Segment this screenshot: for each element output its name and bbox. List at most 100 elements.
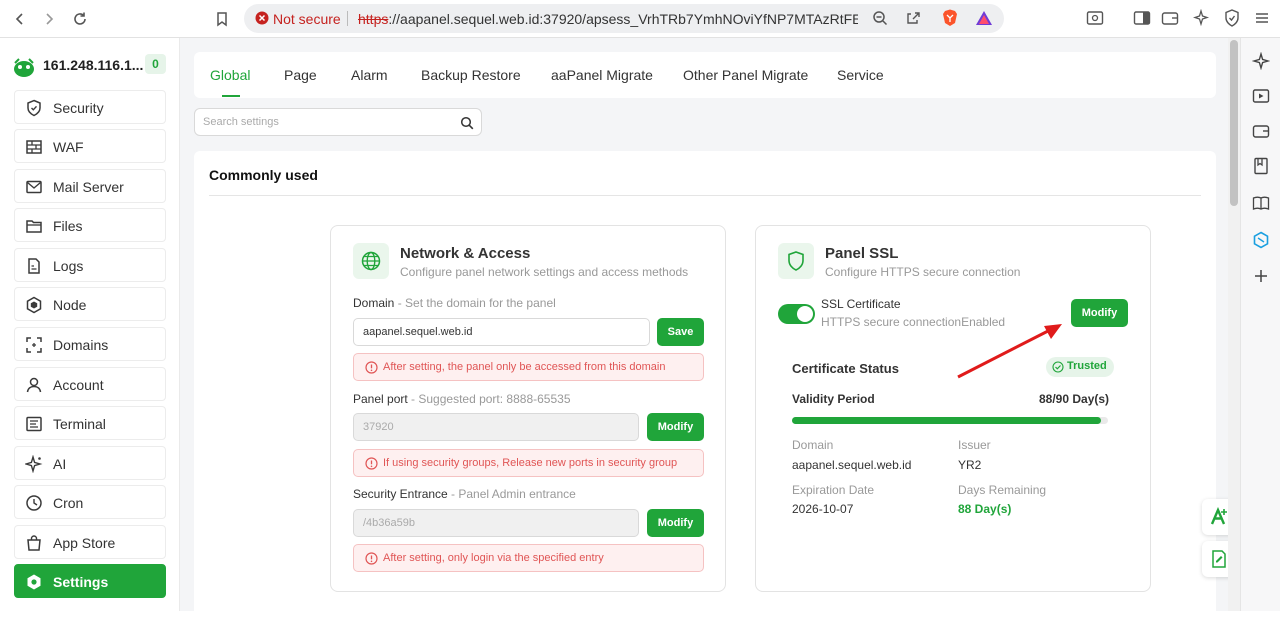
trusted-text: Trusted [1067,360,1107,372]
sidebar-item-logs[interactable]: Logs [14,248,166,282]
entrance-input[interactable]: /4b36a59b [353,509,639,537]
sidebar-item-account[interactable]: Account [14,367,166,401]
reading-list-rail-icon[interactable] [1251,193,1271,213]
media-rail-icon[interactable] [1251,86,1271,106]
address-bar[interactable]: Not secure https://aapanel.sequel.web.id… [244,4,1004,33]
sidebar-item-label: Cron [53,495,84,511]
sidebar-item-label: WAF [53,139,84,155]
wallet-rail-icon[interactable] [1251,121,1271,141]
reader-mode-icon[interactable] [1085,8,1105,28]
sidebar-item-mail-server[interactable]: Mail Server [14,169,166,203]
entrance-input-value: /4b36a59b [363,517,415,529]
expiration-label: Expiration Date [792,483,875,497]
sparkle-rail-icon[interactable] [1251,51,1271,71]
page-scrollbar[interactable] [1228,38,1240,611]
url-text[interactable]: https://aapanel.sequel.web.id:37920/apse… [358,11,858,27]
sidebar-item-ai[interactable]: AI [14,446,166,480]
ssl-toggle[interactable] [778,304,815,324]
port-alert-text: If using security groups, Release new po… [383,457,678,469]
entrance-alert-text: After setting, only login via the specif… [383,552,604,564]
perplexity-rail-icon[interactable] [1251,230,1271,250]
save-domain-button[interactable]: Save [657,318,704,346]
sidebar-item-settings[interactable]: Settings [14,564,166,598]
forward-icon[interactable] [38,8,60,30]
sidebar-item-terminal[interactable]: Terminal [14,406,166,440]
zoom-icon[interactable] [870,8,890,28]
bookmarks-rail-icon[interactable] [1251,156,1271,176]
url-rest: ://aapanel.sequel.web.id:37920/apsess_Vr… [388,11,858,27]
tab-service[interactable]: Service [837,67,884,83]
domains-icon [25,336,43,354]
alert-icon [365,361,378,374]
search-icon[interactable] [460,116,474,130]
sidebar-item-waf[interactable]: WAF [14,129,166,163]
clock-icon [25,494,43,512]
tab-other-panel-migrate[interactable]: Other Panel Migrate [683,67,808,83]
bookmark-icon[interactable] [211,8,233,30]
domain-info-label: Domain [792,438,834,452]
sidebar-toggle-icon[interactable] [1132,8,1152,28]
reload-icon[interactable] [69,8,91,30]
server-name[interactable]: 161.248.116.1... [43,57,143,73]
sidebar-item-label: Mail Server [53,179,124,195]
share-icon[interactable] [903,8,923,28]
network-card-subtitle: Configure panel network settings and acc… [400,265,689,279]
terminal-icon [25,415,43,433]
tab-page[interactable]: Page [284,67,317,83]
domain-info-value: aapanel.sequel.web.id [792,458,912,472]
firewall-icon [25,138,43,156]
tab-alarm[interactable]: Alarm [351,67,388,83]
sidebar-item-label: Logs [53,258,84,274]
sparkle-icon [25,455,43,473]
ssl-card-title: Panel SSL [825,245,899,262]
brave-rewards-icon[interactable] [974,8,994,28]
domain-label: Domain - Set the domain for the panel [353,296,556,310]
tab-aapanel-migrate[interactable]: aaPanel Migrate [551,67,653,83]
days-remaining-label: Days Remaining [958,483,1047,497]
wallet-icon[interactable] [1160,8,1180,28]
validity-progress-bar [792,417,1108,424]
scrollbar-thumb[interactable] [1230,40,1238,206]
vpn-shield-icon[interactable] [1222,8,1242,28]
server-badge[interactable]: 0 [145,54,166,74]
globe-icon [353,243,389,279]
search-placeholder: Search settings [203,116,279,128]
sidebar-item-files[interactable]: Files [14,208,166,242]
sidebar-item-node[interactable]: Node [14,287,166,321]
port-input-value: 37920 [363,421,394,433]
port-label: Panel port - Suggested port: 8888-65535 [353,392,571,406]
brave-shield-icon[interactable] [940,8,960,28]
not-secure-label[interactable]: Not secure [273,11,341,27]
leo-ai-icon[interactable] [1192,8,1212,28]
tab-global[interactable]: Global [210,67,250,83]
modify-ssl-button[interactable]: Modify [1071,299,1128,327]
ssl-shield-icon [778,243,814,279]
entrance-alert: After setting, only login via the specif… [353,544,704,572]
entrance-hint: - Panel Admin entrance [447,487,576,501]
browser-side-panel [1240,38,1280,611]
domain-input[interactable]: aapanel.sequel.web.id [353,318,650,346]
sidebar-item-label: Account [53,377,104,393]
sidebar-item-security[interactable]: Security [14,90,166,124]
domain-alert-text: After setting, the panel only be accesse… [383,361,666,373]
port-input[interactable]: 37920 [353,413,639,441]
menu-icon[interactable] [1252,8,1272,28]
add-rail-icon[interactable] [1251,266,1271,286]
sidebar-item-domains[interactable]: Domains [14,327,166,361]
tab-backup-restore[interactable]: Backup Restore [421,67,521,83]
days-remaining-value: 88 Day(s) [958,502,1012,516]
sidebar-item-app-store[interactable]: App Store [14,525,166,559]
modify-entrance-button[interactable]: Modify [647,509,704,537]
search-input[interactable]: Search settings [194,108,482,136]
sidebar-item-cron[interactable]: Cron [14,485,166,519]
domain-input-value: aapanel.sequel.web.id [363,326,473,338]
toggle-knob [797,306,813,322]
active-tab-indicator [222,95,240,97]
ssl-cert-label: SSL Certificate [821,297,901,311]
server-logo-icon [12,56,36,78]
back-icon[interactable] [9,8,31,30]
validity-progress-fill [792,417,1102,424]
modify-port-button[interactable]: Modify [647,413,704,441]
divider [209,195,1201,196]
issuer-value: YR2 [958,458,982,472]
